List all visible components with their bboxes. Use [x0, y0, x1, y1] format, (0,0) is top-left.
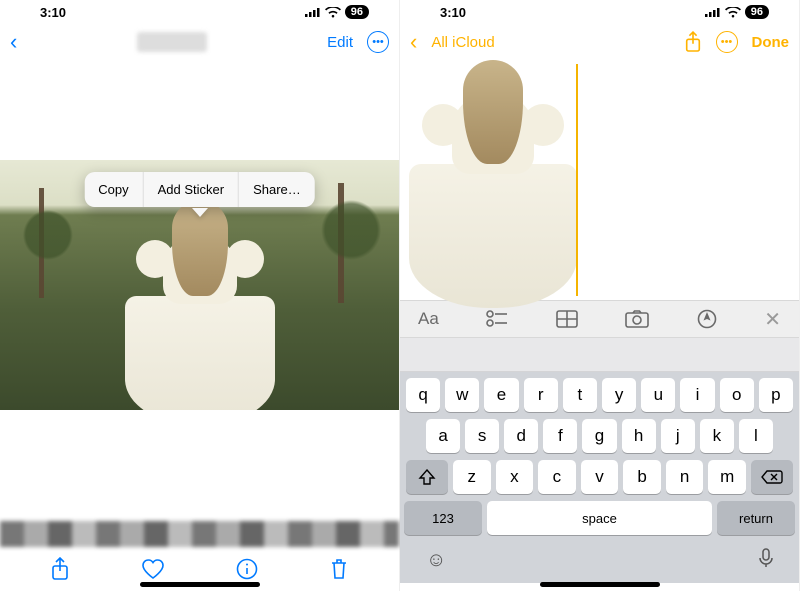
key-o[interactable]: o	[720, 378, 754, 412]
cellular-signal-icon	[705, 7, 721, 17]
status-time: 3:10	[40, 5, 66, 20]
numbers-key[interactable]: 123	[404, 501, 482, 535]
notes-format-toolbar: Aa ✕	[400, 300, 799, 338]
close-toolbar-icon[interactable]: ✕	[764, 307, 781, 332]
done-button[interactable]: Done	[752, 34, 790, 51]
photo-thumbnail-strip[interactable]	[0, 521, 399, 547]
markup-icon[interactable]	[697, 309, 717, 329]
keyboard-row-2: asdfghjkl	[404, 419, 795, 453]
key-i[interactable]: i	[680, 378, 714, 412]
note-canvas[interactable]	[400, 60, 799, 300]
key-u[interactable]: u	[641, 378, 675, 412]
photos-nav-title	[137, 32, 207, 52]
battery-badge: 96	[745, 5, 769, 19]
photo-subject-person[interactable]	[130, 200, 270, 410]
pasted-subject-cutout[interactable]	[416, 60, 570, 294]
shift-key[interactable]	[406, 460, 448, 494]
wifi-icon	[725, 7, 741, 18]
key-n[interactable]: n	[666, 460, 704, 494]
share-icon[interactable]	[50, 557, 70, 581]
context-add-sticker[interactable]: Add Sticker	[144, 172, 239, 207]
text-cursor	[576, 64, 578, 296]
notes-share-icon[interactable]	[684, 31, 702, 53]
backspace-key[interactable]	[751, 460, 793, 494]
key-x[interactable]: x	[496, 460, 534, 494]
trash-icon[interactable]	[329, 557, 349, 581]
key-k[interactable]: k	[700, 419, 734, 453]
status-right: 96	[705, 5, 769, 19]
back-chevron-icon[interactable]: ‹	[10, 29, 17, 55]
key-y[interactable]: y	[602, 378, 636, 412]
key-w[interactable]: w	[445, 378, 479, 412]
key-s[interactable]: s	[465, 419, 499, 453]
key-t[interactable]: t	[563, 378, 597, 412]
battery-badge: 96	[345, 5, 369, 19]
keyboard-row-3-letters: zxcvbnm	[453, 460, 746, 494]
keyboard-bottom-row: ☺	[404, 542, 795, 573]
keyboard-suggestion-bar[interactable]	[400, 338, 799, 372]
notes-app-screenshot: 3:10 96 ‹ All iCloud ••• Done	[400, 0, 800, 591]
home-indicator[interactable]	[140, 582, 260, 587]
key-j[interactable]: j	[661, 419, 695, 453]
emoji-key[interactable]: ☺	[426, 549, 446, 572]
key-m[interactable]: m	[708, 460, 746, 494]
key-e[interactable]: e	[484, 378, 518, 412]
keyboard-row-3: zxcvbnm	[404, 460, 795, 494]
context-share[interactable]: Share…	[239, 172, 315, 207]
photos-app-screenshot: 3:10 96 ‹ Edit •••	[0, 0, 400, 591]
key-g[interactable]: g	[582, 419, 616, 453]
table-icon[interactable]	[556, 310, 578, 328]
keyboard-row-4: 123 space return	[404, 501, 795, 535]
notes-nav-bar: ‹ All iCloud ••• Done	[400, 24, 799, 60]
key-r[interactable]: r	[524, 378, 558, 412]
space-key[interactable]: space	[487, 501, 712, 535]
key-c[interactable]: c	[538, 460, 576, 494]
key-f[interactable]: f	[543, 419, 577, 453]
key-a[interactable]: a	[426, 419, 460, 453]
subject-context-menu: Copy Add Sticker Share…	[84, 172, 315, 207]
text-format-button[interactable]: Aa	[418, 309, 439, 329]
key-l[interactable]: l	[739, 419, 773, 453]
status-right: 96	[305, 5, 369, 19]
keyboard-row-1: qwertyuiop	[404, 378, 795, 412]
photos-nav-bar: ‹ Edit •••	[0, 24, 399, 60]
status-bar: 3:10 96	[0, 0, 399, 24]
camera-icon[interactable]	[625, 310, 649, 328]
key-h[interactable]: h	[622, 419, 656, 453]
home-indicator[interactable]	[540, 582, 660, 587]
ios-keyboard: qwertyuiop asdfghjkl zxcvbnm 123 space r…	[400, 372, 799, 583]
edit-button[interactable]: Edit	[327, 34, 353, 51]
key-z[interactable]: z	[453, 460, 491, 494]
more-menu-icon[interactable]: •••	[367, 31, 389, 53]
key-v[interactable]: v	[581, 460, 619, 494]
wifi-icon	[325, 7, 341, 18]
key-q[interactable]: q	[406, 378, 440, 412]
dictation-mic-icon[interactable]	[759, 548, 773, 573]
status-bar: 3:10 96	[400, 0, 799, 24]
back-all-icloud-button[interactable]: All iCloud	[431, 34, 494, 51]
status-time: 3:10	[440, 5, 466, 20]
cellular-signal-icon	[305, 7, 321, 17]
checklist-icon[interactable]	[486, 310, 508, 328]
key-b[interactable]: b	[623, 460, 661, 494]
info-icon[interactable]	[236, 558, 258, 580]
note-editor[interactable]: Aa ✕ qwertyuiop asdfghjkl zxc	[400, 60, 799, 591]
context-menu-pointer	[192, 208, 208, 217]
notes-more-icon[interactable]: •••	[716, 31, 738, 53]
photo-viewer: Copy Add Sticker Share…	[0, 60, 399, 591]
context-copy[interactable]: Copy	[84, 172, 143, 207]
key-d[interactable]: d	[504, 419, 538, 453]
return-key[interactable]: return	[717, 501, 795, 535]
back-chevron-icon[interactable]: ‹	[410, 29, 417, 55]
favorite-heart-icon[interactable]	[141, 558, 165, 580]
key-p[interactable]: p	[759, 378, 793, 412]
photo-image[interactable]: Copy Add Sticker Share…	[0, 160, 399, 410]
